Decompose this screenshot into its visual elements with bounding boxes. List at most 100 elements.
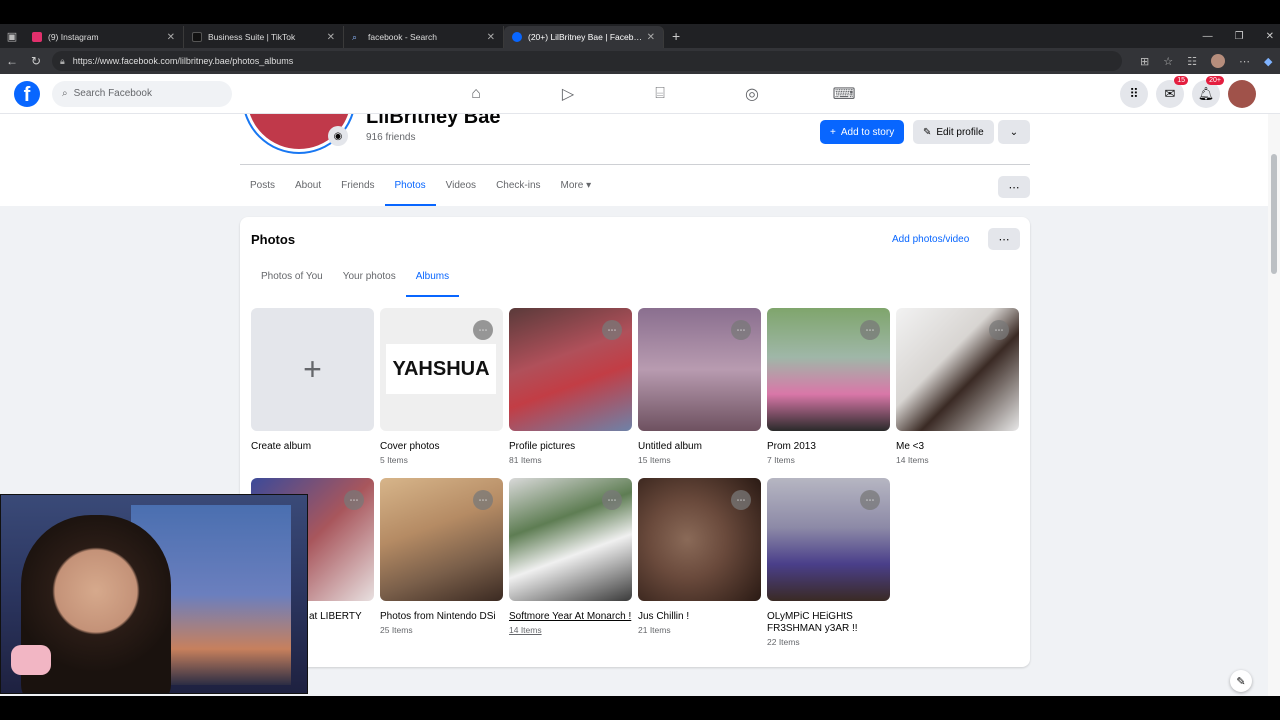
search-icon: ⌕ — [62, 88, 68, 99]
more-options-icon[interactable]: ⋯ — [860, 490, 880, 510]
album-nintendo-dsi[interactable]: ⋯ Photos from Nintendo DSi 25 Items — [380, 478, 503, 635]
tab-more[interactable]: More ▾ — [551, 170, 602, 206]
album-untitled[interactable]: ⋯ Untitled album 15 Items — [638, 308, 761, 465]
video-icon[interactable]: ▷ — [522, 74, 614, 114]
copilot-icon[interactable]: ◆ — [1264, 55, 1272, 68]
album-count: 81 Items — [509, 455, 542, 465]
groups-icon[interactable]: ◎ — [706, 74, 798, 114]
new-message-icon[interactable]: ✎ — [1230, 670, 1252, 692]
notifications-bell-icon[interactable]: 🔔︎ 20+ — [1192, 76, 1224, 108]
more-options-icon[interactable]: ⋯ — [860, 320, 880, 340]
home-icon[interactable]: ⌂ — [430, 74, 522, 114]
caret-down-icon: ▾ — [586, 180, 592, 191]
album-name: Prom 2013 — [767, 441, 816, 452]
tab-albums[interactable]: Albums — [405, 263, 460, 297]
photos-more-options-button[interactable]: ⋯ — [988, 228, 1020, 250]
browser-toolbar: ⊞ ☆ ☷ ⋯ ◆ — [1140, 54, 1272, 68]
facebook-logo-icon[interactable]: f — [14, 80, 40, 107]
favorite-star-icon[interactable]: ☆ — [1163, 55, 1173, 68]
close-icon[interactable]: ✕ — [327, 32, 335, 43]
album-thumbnail: ⋯ — [509, 478, 632, 601]
refresh-icon[interactable]: ↻ — [24, 54, 48, 68]
minimize-icon[interactable]: — — [1203, 31, 1213, 42]
album-softmore-year[interactable]: ⋯ Softmore Year At Monarch ! 14 Items — [509, 478, 632, 635]
album-me-3[interactable]: ⋯ Me <3 14 Items — [896, 308, 1019, 465]
close-icon[interactable]: ✕ — [167, 32, 175, 43]
tab-check-ins[interactable]: Check-ins — [486, 170, 550, 206]
photos-subtabs: Photos of You Your photos Albums — [251, 263, 460, 297]
tab-facebook-search[interactable]: ⌕ facebook - Search ✕ — [344, 26, 504, 48]
camera-icon[interactable]: ◉ — [328, 126, 348, 146]
tab-about[interactable]: About — [285, 170, 331, 206]
album-jus-chillin[interactable]: ⋯ Jus Chillin ! 21 Items — [638, 478, 761, 635]
search-icon: ⌕ — [352, 32, 358, 42]
album-olympic-heights[interactable]: ⋯ OLyMPiC HEiGHtS FR3SHMAN y3AR !! 22 It… — [767, 478, 890, 647]
tab-photos-of-you[interactable]: Photos of You — [251, 263, 333, 297]
album-thumbnail: ⋯ — [638, 308, 761, 431]
tab-photos[interactable]: Photos — [384, 170, 436, 206]
menu-grid-icon[interactable]: ⠿ — [1120, 80, 1148, 108]
tab-friends[interactable]: Friends — [331, 170, 384, 206]
more-options-icon[interactable]: ⋯ — [473, 490, 493, 510]
tab-posts[interactable]: Posts — [240, 170, 285, 206]
more-options-icon[interactable]: ⋯ — [989, 320, 1009, 340]
restore-icon[interactable]: ❐ — [1235, 31, 1244, 42]
tab-videos[interactable]: Videos — [436, 170, 486, 206]
more-options-icon[interactable]: ⋯ — [344, 490, 364, 510]
album-count: 22 Items — [767, 637, 800, 647]
new-tab-icon[interactable]: + — [664, 28, 688, 44]
album-name: Cover photos — [380, 441, 440, 452]
url-field[interactable]: 🔒︎ https://www.facebook.com/lilbritney.b… — [52, 51, 1122, 71]
album-name: Create album — [251, 441, 312, 452]
create-album-tile[interactable]: + Create album — [251, 308, 374, 453]
marketplace-icon[interactable]: ⌸ — [614, 74, 706, 114]
close-icon[interactable]: ✕ — [487, 32, 495, 43]
friends-count[interactable]: 916 friends — [366, 132, 415, 143]
pencil-icon: ✎ — [923, 126, 932, 138]
profile-avatar-icon[interactable] — [1210, 54, 1225, 68]
more-options-icon[interactable]: ⋯ — [602, 490, 622, 510]
tab-actions-icon[interactable]: ▣ — [0, 24, 24, 48]
album-cover-photos[interactable]: YAHSHUA ⋯ Cover photos 5 Items — [380, 308, 503, 465]
album-count: 15 Items — [638, 455, 671, 465]
add-to-story-button[interactable]: + Add to story — [820, 120, 905, 144]
edit-profile-button[interactable]: ✎ Edit profile — [913, 120, 994, 144]
tab-tiktok[interactable]: Business Suite | TikTok ✕ — [184, 26, 344, 48]
tab-facebook-profile[interactable]: (20+) LilBritney Bae | Facebook ✕ — [504, 26, 664, 48]
tab-instagram[interactable]: (9) Instagram ✕ — [24, 26, 184, 48]
page-scrollbar[interactable] — [1268, 114, 1280, 696]
back-icon[interactable]: ← — [0, 54, 24, 68]
gaming-icon[interactable]: ⌨ — [798, 74, 890, 114]
more-options-icon[interactable]: ⋯ — [731, 490, 751, 510]
profile-tabs: Posts About Friends Photos Videos Check-… — [240, 170, 601, 206]
profile-more-options-button[interactable]: ⋯ — [998, 176, 1030, 198]
album-name: Profile pictures — [509, 441, 576, 452]
close-window-icon[interactable]: ✕ — [1266, 31, 1274, 42]
url-text: https://www.facebook.com/lilbritney.bae/… — [72, 56, 294, 66]
menu-dots-icon[interactable]: ⋯ — [1239, 55, 1250, 68]
tab-more-label: More — [560, 180, 584, 191]
album-name: Jus Chillin ! — [638, 611, 690, 622]
scrollbar-thumb[interactable] — [1271, 154, 1277, 274]
close-icon[interactable]: ✕ — [647, 32, 655, 43]
album-profile-pictures[interactable]: ⋯ Profile pictures 81 Items — [509, 308, 632, 465]
collections-icon[interactable]: ☷ — [1187, 55, 1197, 68]
album-prom-2013[interactable]: ⋯ Prom 2013 7 Items — [767, 308, 890, 465]
messenger-badge: 15 — [1174, 76, 1188, 85]
webcam-overlay — [0, 494, 308, 694]
photos-card: Photos Add photos/video ⋯ Photos of You … — [240, 217, 1030, 667]
messenger-icon[interactable]: ✉ 15 — [1156, 76, 1188, 108]
more-options-icon[interactable]: ⋯ — [731, 320, 751, 340]
search-input[interactable]: ⌕ Search Facebook — [52, 80, 232, 107]
album-count: 14 Items — [509, 625, 542, 635]
album-name: Untitled album — [638, 441, 702, 452]
add-photos-video-link[interactable]: Add photos/video — [892, 234, 969, 245]
more-options-icon[interactable]: ⋯ — [473, 320, 493, 340]
tab-your-photos[interactable]: Your photos — [333, 263, 406, 297]
browser-tabbar: ▣ (9) Instagram ✕ Business Suite | TikTo… — [0, 24, 1280, 48]
more-options-icon[interactable]: ⋯ — [602, 320, 622, 340]
account-avatar[interactable] — [1228, 80, 1256, 108]
screen: ▣ (9) Instagram ✕ Business Suite | TikTo… — [0, 0, 1280, 720]
app-icon[interactable]: ⊞ — [1140, 55, 1149, 68]
chevron-down-button[interactable]: ⌄ — [998, 120, 1030, 144]
